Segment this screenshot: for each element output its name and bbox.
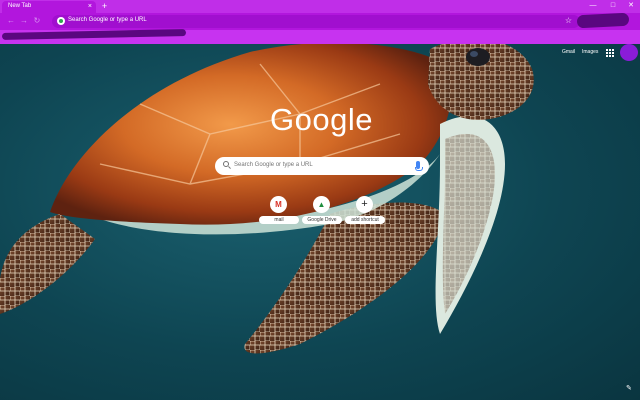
account-avatar[interactable] <box>620 44 638 61</box>
address-bar-text: Search Google or type a URL <box>68 17 147 23</box>
shortcut-label: mail <box>259 216 299 224</box>
shortcut-label: Google Drive <box>302 216 342 224</box>
reload-icon[interactable]: ↻ <box>32 16 42 26</box>
shortcut-add[interactable]: + add shortcut <box>345 195 385 227</box>
shortcut-google-drive[interactable]: ▲ Google Drive <box>302 195 342 227</box>
profile-redaction-mark <box>576 12 630 29</box>
shortcut-label: add shortcut <box>345 216 385 224</box>
new-tab-button[interactable]: + <box>100 1 109 11</box>
search-box[interactable]: Search Google or type a URL <box>215 157 429 175</box>
address-bar[interactable]: Search Google or type a URL ☆ <box>52 15 580 28</box>
gmail-link[interactable]: Gmail <box>562 49 575 55</box>
tab-new-tab[interactable]: New Tab × <box>2 1 96 13</box>
google-favicon-icon <box>57 17 65 25</box>
google-logo: Google <box>270 102 373 137</box>
search-icon <box>223 161 229 167</box>
apps-grid-icon[interactable] <box>606 49 614 57</box>
gmail-icon: M <box>270 196 287 213</box>
tab-close-icon[interactable]: × <box>88 2 92 11</box>
minimize-button[interactable]: — <box>584 0 602 12</box>
images-link[interactable]: Images <box>582 49 598 55</box>
bookmark-star-icon[interactable]: ☆ <box>565 16 572 26</box>
close-window-button[interactable]: ✕ <box>622 0 640 12</box>
maximize-button[interactable]: □ <box>604 0 622 12</box>
back-icon[interactable]: ← <box>6 16 16 26</box>
add-icon: + <box>356 196 373 213</box>
shortcut-mail[interactable]: M mail <box>259 195 299 227</box>
microphone-icon[interactable] <box>415 161 423 171</box>
browser-toolbar: ← → ↻ Search Google or type a URL ☆ <box>0 13 640 30</box>
tab-title: New Tab <box>8 3 32 9</box>
forward-icon[interactable]: → <box>19 16 29 26</box>
google-drive-icon: ▲ <box>313 196 330 213</box>
tab-strip: New Tab × + — □ ✕ <box>0 0 640 13</box>
customize-pencil-icon[interactable]: ✎ <box>626 384 632 392</box>
search-input[interactable]: Search Google or type a URL <box>234 162 313 168</box>
